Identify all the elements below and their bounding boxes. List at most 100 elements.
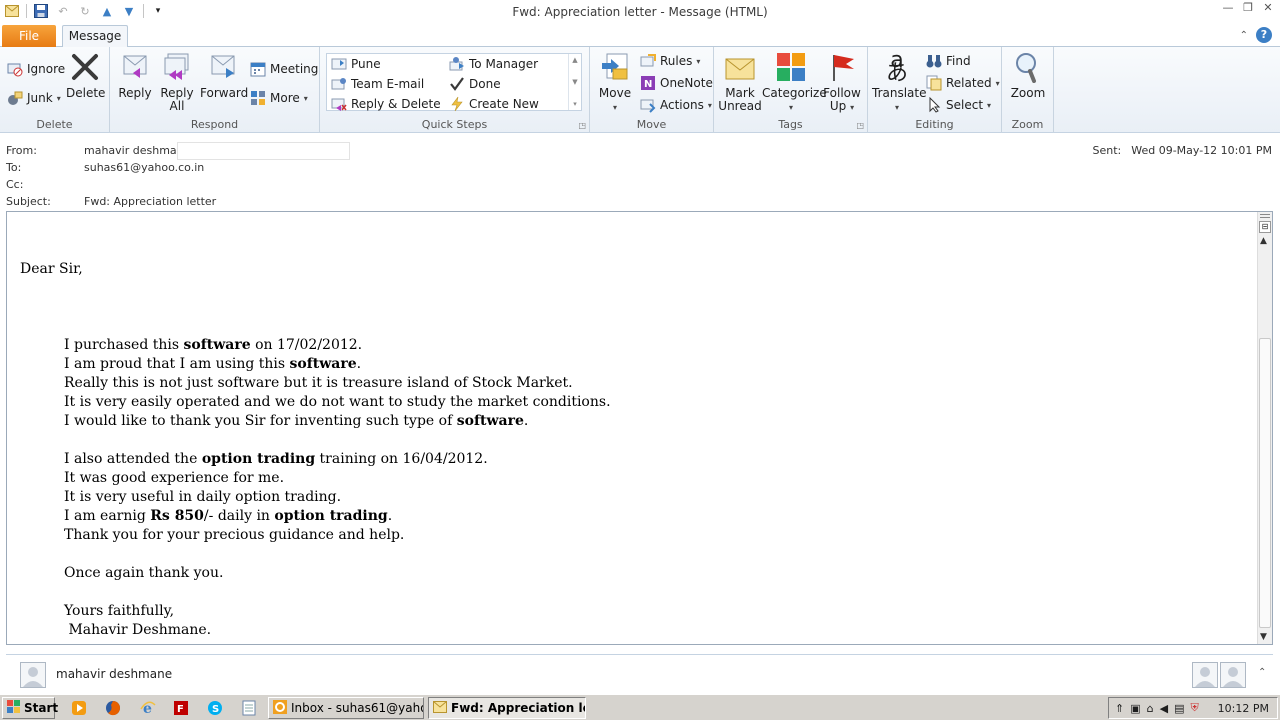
text-span: Yours faithfully, <box>64 603 175 619</box>
translate-icon: aあ <box>885 48 908 86</box>
security-icon[interactable]: ⛨ <box>1190 701 1198 715</box>
binoculars-icon <box>926 53 942 69</box>
find-button[interactable]: Find <box>926 52 971 70</box>
move-button[interactable]: Move ▾ <box>596 51 634 114</box>
text-span: Mahavir Deshmane. <box>64 622 212 638</box>
internet-explorer-icon[interactable]: e <box>139 699 157 717</box>
related-button[interactable]: Related ▾ <box>926 74 1000 92</box>
sent-label: Sent: <box>1092 144 1122 157</box>
expand-pane-icon[interactable]: ⌃ <box>1258 667 1266 678</box>
quick-step-to-manager[interactable]: To Manager <box>449 55 538 73</box>
zoom-button[interactable]: Zoom <box>1008 51 1048 100</box>
text-span: It is very useful in daily option tradin… <box>64 489 342 505</box>
delete-button[interactable]: Delete <box>66 51 106 100</box>
checkmark-icon <box>449 76 465 92</box>
contact-name[interactable]: mahavir deshmane <box>56 667 172 681</box>
message-header: From: mahavir deshmane To: suhas61@yahoo… <box>0 140 1280 212</box>
bold-text: software <box>183 337 251 353</box>
categorize-label: Categorize <box>762 86 827 100</box>
skype-icon[interactable]: S <box>206 699 224 717</box>
close-icon[interactable]: ✕ <box>1262 2 1274 14</box>
avatar[interactable] <box>20 662 46 688</box>
quick-step-reply-delete[interactable]: Reply & Delete <box>331 95 441 113</box>
usb-icon[interactable]: ⌂ <box>1147 702 1154 715</box>
message-body[interactable]: Dear Sir, I purchased this software on 1… <box>6 211 1273 645</box>
start-button[interactable]: Start <box>2 697 58 719</box>
editing-group: aあ Translate ▾ Find Related ▾ Select ▾ E… <box>868 47 1002 133</box>
more-icon <box>250 90 266 106</box>
dialog-launcher-icon[interactable]: ◳ <box>578 121 586 130</box>
sent-value: Wed 09-May-12 10:01 PM <box>1131 144 1272 157</box>
move-folder-icon <box>599 51 631 83</box>
taskbar-item-inbox[interactable]: Inbox - suhas61@yahoo.... <box>268 697 424 719</box>
translate-label: Translate <box>872 86 927 100</box>
onenote-button[interactable]: N OneNote <box>640 74 713 92</box>
select-button[interactable]: Select ▾ <box>926 96 991 114</box>
chevron-down-icon: ▾ <box>995 78 1000 88</box>
categorize-button[interactable]: Categorize ▾ <box>762 51 827 114</box>
help-icon[interactable]: ? <box>1256 27 1272 43</box>
display-icon[interactable]: ▤ <box>1174 702 1184 715</box>
splitter-handle[interactable] <box>1260 214 1270 218</box>
collapse-ribbon-icon[interactable]: ⌃ <box>1240 30 1248 41</box>
reply-all-icon <box>161 51 193 83</box>
ruler-icon[interactable]: ⊟ <box>1259 221 1271 233</box>
meeting-button[interactable]: Meeting <box>250 60 318 78</box>
text-span: I would like to thank you Sir for invent… <box>64 413 457 429</box>
delete-label: Delete <box>66 86 106 100</box>
firefox-icon[interactable] <box>104 699 122 717</box>
taskbar-item-message[interactable]: Fwd: Appreciation lett... <box>428 697 586 719</box>
mark-unread-icon <box>724 51 756 83</box>
translate-button[interactable]: aあ Translate ▾ <box>872 48 927 114</box>
quick-step-create-new[interactable]: Create New <box>449 95 539 113</box>
from-value[interactable]: mahavir deshmane <box>84 144 190 160</box>
message-line: It is very useful in daily option tradin… <box>20 488 1240 507</box>
junk-button[interactable]: Junk ▾ <box>7 89 61 107</box>
quick-steps-group-label: Quick Steps <box>421 118 488 131</box>
tray-arrow-icon[interactable]: ⇑ <box>1115 702 1124 715</box>
text-span: /- daily in <box>203 508 275 524</box>
forward-button[interactable]: Forward <box>200 51 248 100</box>
reply-button[interactable]: Reply <box>118 51 152 100</box>
filezilla-icon[interactable]: F <box>172 699 190 717</box>
text-span: . <box>356 356 362 372</box>
avatar[interactable] <box>1192 662 1218 688</box>
quick-step-pune[interactable]: Pune <box>331 55 381 73</box>
more-button[interactable]: More ▾ <box>250 89 308 107</box>
network-icon[interactable]: ▣ <box>1130 702 1140 715</box>
minimize-icon[interactable]: — <box>1222 2 1234 14</box>
scroll-down-icon[interactable]: ▼ <box>1260 632 1267 642</box>
forward-icon <box>207 51 239 83</box>
reply-label: Reply <box>118 86 152 100</box>
to-value[interactable]: suhas61@yahoo.co.in <box>84 161 204 177</box>
svg-text:S: S <box>212 704 219 715</box>
quick-step-label: Create New <box>469 97 539 111</box>
vertical-scrollbar[interactable]: ⊟ ▲ ▼ <box>1257 212 1272 644</box>
chevron-down-icon: ▾ <box>850 103 855 112</box>
follow-up-button[interactable]: Follow Up ▾ <box>822 51 862 114</box>
tab-message[interactable]: Message <box>62 25 128 48</box>
restore-icon[interactable]: ❐ <box>1242 2 1254 14</box>
tab-file[interactable]: File <box>2 25 56 47</box>
avatar[interactable] <box>1220 662 1246 688</box>
actions-button[interactable]: Actions ▾ <box>640 96 712 114</box>
volume-icon[interactable]: ◀ <box>1160 702 1168 715</box>
expand-gallery-icon[interactable]: ▾ <box>573 100 577 108</box>
scrollbar-thumb[interactable] <box>1259 338 1271 628</box>
quick-steps-scroller[interactable]: ▲ ▼ ▾ <box>568 54 581 110</box>
text-span: . <box>387 508 393 524</box>
ignore-button[interactable]: Ignore <box>7 60 65 78</box>
rules-button[interactable]: Rules ▾ <box>640 52 700 70</box>
text-span: I am earnig <box>64 508 151 524</box>
media-player-icon[interactable] <box>70 699 88 717</box>
svg-text:N: N <box>644 79 652 90</box>
notepad-icon[interactable] <box>240 699 258 717</box>
scroll-up-icon[interactable]: ▲ <box>572 56 577 64</box>
scroll-down-icon[interactable]: ▼ <box>572 78 577 86</box>
quick-step-done[interactable]: Done <box>449 75 501 93</box>
text-span: Once again thank you. <box>64 565 224 581</box>
mark-unread-button[interactable]: Mark Unread <box>718 51 762 113</box>
quick-step-team-email[interactable]: Team E-mail <box>331 75 424 93</box>
scroll-up-icon[interactable]: ▲ <box>1260 236 1267 246</box>
reply-all-button[interactable]: Reply All <box>158 51 196 113</box>
